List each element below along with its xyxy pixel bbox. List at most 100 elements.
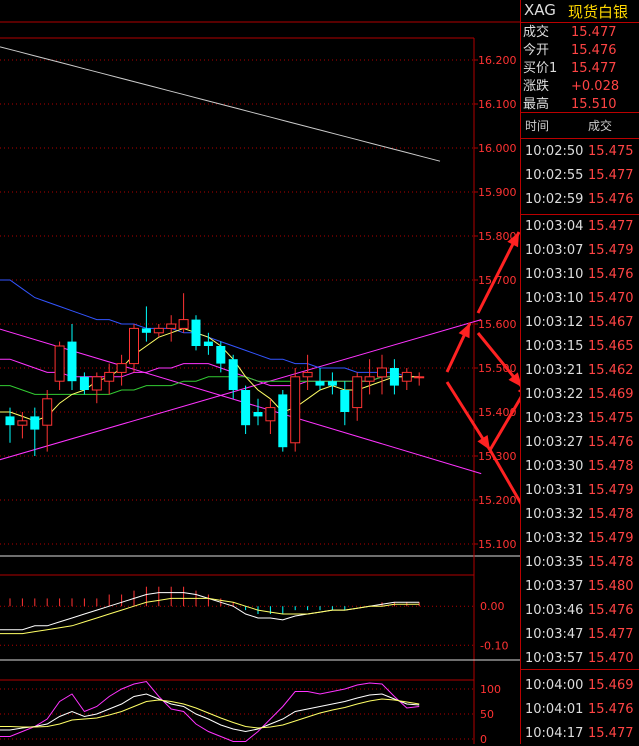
tick-row[interactable]: 10:04:00 15.469 — [521, 674, 639, 698]
candle-body — [228, 359, 238, 390]
quote-label: 今开 — [523, 43, 550, 58]
symbol-code: XAG — [524, 1, 556, 19]
candle-body — [401, 371, 412, 382]
tick-time: 10:03:07 — [525, 243, 584, 258]
candle-body — [302, 371, 313, 378]
divider — [521, 112, 639, 113]
tick-time: 10:03:31 — [525, 483, 584, 498]
tick-price: 15.479 — [588, 243, 634, 258]
tick-row[interactable]: 10:03:32 15.478 — [521, 503, 639, 527]
tick-row[interactable]: 10:03:37 15.480 — [521, 575, 639, 599]
divider — [521, 669, 639, 670]
tick-price: 15.476 — [588, 435, 634, 450]
tick-price: 15.478 — [588, 507, 634, 522]
tick-price: 15.476 — [588, 192, 634, 207]
tick-row[interactable]: 10:03:10 15.476 — [521, 263, 639, 287]
tick-time: 10:03:12 — [525, 315, 584, 330]
tick-price: 15.478 — [588, 555, 634, 570]
ticks-header-price: 成交 — [588, 119, 613, 133]
candle-body — [104, 371, 115, 382]
tick-row[interactable]: 10:04:17 15.477 — [521, 722, 639, 746]
quote-value: 15.476 — [571, 43, 617, 58]
tick-time: 10:03:23 — [525, 411, 584, 426]
candle-body — [352, 376, 363, 409]
tick-time: 10:03:46 — [525, 603, 584, 618]
tick-price: 15.480 — [588, 579, 634, 594]
tick-price: 15.476 — [588, 267, 634, 282]
tick-price: 15.479 — [588, 483, 634, 498]
tick-row[interactable]: 10:03:21 15.462 — [521, 359, 639, 383]
axis-label: 100 — [480, 683, 501, 696]
candle-body — [389, 368, 399, 386]
tick-time: 10:03:35 — [525, 555, 584, 570]
candle-body — [178, 319, 189, 329]
tick-time: 10:03:57 — [525, 651, 584, 666]
tick-row[interactable]: 10:03:12 15.467 — [521, 311, 639, 335]
tick-time: 10:04:01 — [525, 702, 584, 717]
tick-row[interactable]: 10:03:10 15.470 — [521, 287, 639, 311]
macd-line — [0, 597, 420, 635]
tick-row[interactable]: 10:03:32 15.479 — [521, 527, 639, 551]
tick-row[interactable]: 10:03:15 15.465 — [521, 335, 639, 359]
axis-label: 0 — [480, 733, 487, 744]
candle-body — [116, 363, 127, 373]
tick-time: 10:03:10 — [525, 267, 584, 282]
tick-time: 10:03:15 — [525, 339, 584, 354]
tick-time: 10:03:30 — [525, 459, 584, 474]
candle-body — [166, 323, 177, 329]
quote-row: 买价1 15.477 — [521, 60, 639, 78]
candle-body — [42, 398, 53, 426]
kdj-line — [0, 680, 420, 742]
quote-label: 涨跌 — [523, 79, 550, 94]
candle-body — [91, 376, 102, 391]
axis-label: 16.200 — [478, 54, 517, 67]
quote-label: 买价1 — [523, 61, 558, 76]
candle-body — [30, 416, 40, 430]
ticks-header-time: 时间 — [525, 119, 550, 133]
tick-row[interactable]: 10:04:01 15.476 — [521, 698, 639, 722]
axis-label: 50 — [480, 708, 494, 721]
tick-row[interactable]: 10:03:47 15.477 — [521, 623, 639, 647]
tick-time: 10:03:32 — [525, 531, 584, 546]
tick-price: 15.467 — [588, 315, 634, 330]
candle-body — [315, 381, 325, 386]
tick-row[interactable]: 10:03:27 15.476 — [521, 431, 639, 455]
tick-row[interactable]: 10:03:23 15.475 — [521, 407, 639, 431]
tick-row[interactable]: 10:03:46 15.476 — [521, 599, 639, 623]
quote-row: 涨跌 +0.028 — [521, 78, 639, 96]
candle-body — [203, 341, 213, 346]
tick-row[interactable]: 10:03:31 15.479 — [521, 479, 639, 503]
divider — [521, 138, 639, 139]
kline-chart[interactable]: 16.20016.10016.00015.90015.80015.70015.6… — [0, 0, 520, 744]
divider — [521, 214, 639, 215]
quote-value: +0.028 — [571, 79, 620, 94]
tick-price: 15.465 — [588, 339, 634, 354]
candle-body — [79, 376, 89, 390]
candle-body — [17, 420, 28, 426]
kdj-panel: 100 50 0 — [0, 679, 501, 744]
tick-time: 10:04:17 — [525, 726, 584, 741]
symbol-name: 现货白银 — [568, 3, 629, 21]
quote-panel: XAG 现货白银 成交 15.477 今开 15.476 买价1 15.477 涨跌 +0.0… — [520, 0, 639, 744]
tick-row[interactable]: 10:02:59 15.476 — [521, 188, 639, 212]
tick-row[interactable]: 10:02:50 15.475 — [521, 140, 639, 164]
tick-time: 10:03:22 — [525, 387, 584, 402]
tick-row[interactable]: 10:03:07 15.479 — [521, 239, 639, 263]
tick-price: 15.477 — [588, 627, 634, 642]
tick-row[interactable]: 10:03:04 15.477 — [521, 215, 639, 239]
moving-averages — [0, 46, 441, 422]
tick-price: 15.478 — [588, 459, 634, 474]
tick-row[interactable]: 10:03:22 15.469 — [521, 383, 639, 407]
axis-label: 15.600 — [478, 318, 517, 331]
tick-time: 10:04:00 — [525, 678, 584, 693]
candle-body — [153, 327, 164, 334]
ticks-header: 时间 成交 — [521, 116, 639, 136]
tick-row[interactable]: 10:03:57 15.470 — [521, 647, 639, 671]
candle-body — [340, 390, 350, 412]
tick-row[interactable]: 10:02:55 15.477 — [521, 164, 639, 188]
tick-row[interactable]: 10:03:30 15.478 — [521, 455, 639, 479]
tick-time: 10:03:04 — [525, 219, 584, 234]
price-axis: 16.20016.10016.00015.90015.80015.70015.6… — [474, 54, 517, 551]
tick-price: 15.470 — [588, 651, 634, 666]
tick-row[interactable]: 10:03:35 15.478 — [521, 551, 639, 575]
